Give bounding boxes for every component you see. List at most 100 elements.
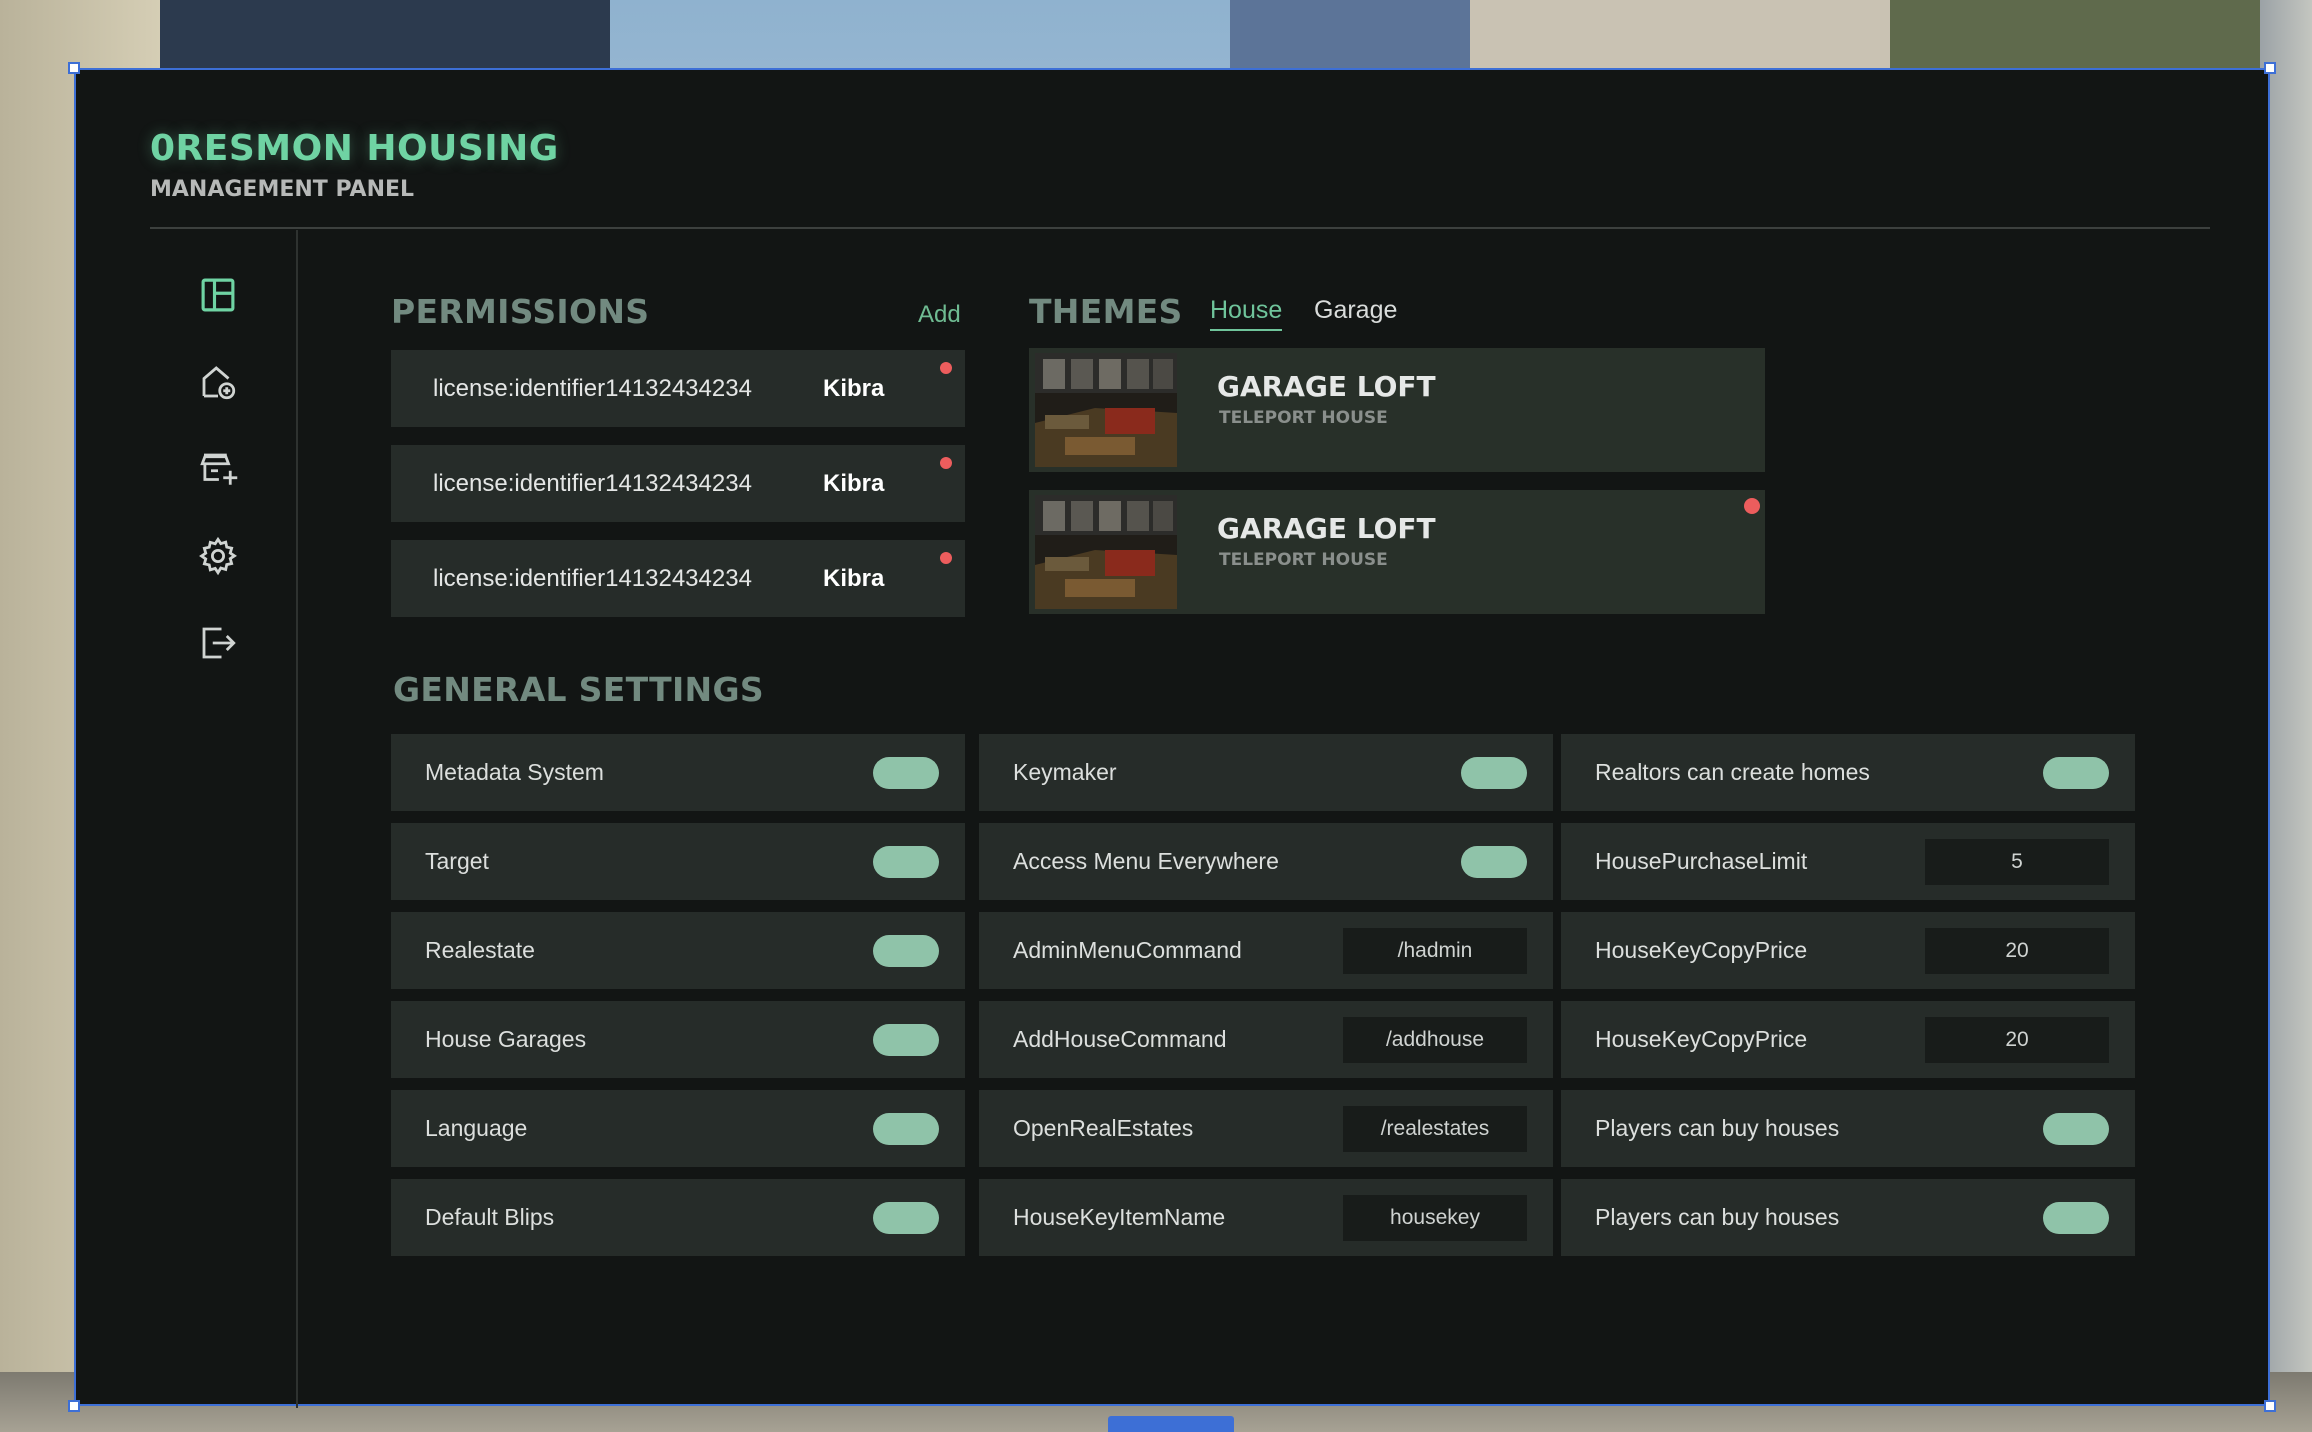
setting-row: Default Blips xyxy=(391,1179,965,1256)
setting-row: Access Menu Everywhere xyxy=(979,823,1553,900)
management-panel: 0RESMON HOUSING MANAGEMENT PANEL PERMISS… xyxy=(74,68,2270,1408)
theme-thumbnail xyxy=(1035,353,1177,467)
setting-label: HouseKeyCopyPrice xyxy=(1595,937,1808,963)
sidebar-nav xyxy=(188,265,248,700)
resize-handle[interactable] xyxy=(2264,62,2276,74)
nav-add-house[interactable] xyxy=(188,352,248,412)
permission-row[interactable]: license:identifier14132434234 Kibra xyxy=(391,350,965,427)
setting-label: Default Blips xyxy=(425,1204,555,1230)
permission-identifier: license:identifier14132434234 xyxy=(433,469,752,497)
header-divider xyxy=(150,227,2210,229)
setting-row: HouseKeyCopyPrice 20 xyxy=(1561,912,2135,989)
tab-house[interactable]: House xyxy=(1210,296,1283,331)
store-add-icon xyxy=(200,453,238,485)
brand-title: 0RESMON HOUSING xyxy=(150,128,559,169)
permission-identifier: license:identifier14132434234 xyxy=(433,374,752,402)
setting-label: Target xyxy=(425,848,489,874)
setting-label: Realestate xyxy=(425,937,535,963)
setting-input[interactable]: /hadmin xyxy=(1343,927,1527,974)
setting-toggle[interactable] xyxy=(1461,756,1527,789)
setting-label: AddHouseCommand xyxy=(1013,1026,1227,1052)
nav-settings[interactable] xyxy=(188,526,248,586)
remove-permission-dot[interactable] xyxy=(940,457,952,469)
theme-status-dot[interactable] xyxy=(1744,498,1760,514)
setting-input[interactable]: housekey xyxy=(1343,1194,1527,1241)
setting-label: Language xyxy=(425,1115,528,1141)
setting-row: HouseKeyItemName housekey xyxy=(979,1179,1553,1256)
setting-input[interactable]: 20 xyxy=(1925,927,2109,974)
theme-card[interactable]: GARAGE LOFT TELEPORT HOUSE xyxy=(1029,348,1765,472)
setting-toggle[interactable] xyxy=(873,1112,939,1145)
setting-row: Realtors can create homes xyxy=(1561,734,2135,811)
setting-input[interactable]: /addhouse xyxy=(1343,1016,1527,1063)
setting-row: Keymaker xyxy=(979,734,1553,811)
nav-logout[interactable] xyxy=(188,613,248,673)
selection-size-chip xyxy=(1108,1416,1234,1432)
theme-title: GARAGE LOFT xyxy=(1217,370,1436,403)
setting-label: OpenRealEstates xyxy=(1013,1115,1194,1141)
nav-add-store[interactable] xyxy=(188,439,248,499)
theme-card[interactable]: GARAGE LOFT TELEPORT HOUSE xyxy=(1029,490,1765,614)
setting-label: AdminMenuCommand xyxy=(1013,937,1242,963)
setting-row: Realestate xyxy=(391,912,965,989)
panel-subtitle: MANAGEMENT PANEL xyxy=(150,177,415,202)
setting-toggle[interactable] xyxy=(873,1023,939,1056)
remove-permission-dot[interactable] xyxy=(940,362,952,374)
setting-row: Language xyxy=(391,1090,965,1167)
setting-toggle[interactable] xyxy=(2043,1112,2109,1145)
theme-thumbnail xyxy=(1035,495,1177,609)
house-add-icon xyxy=(202,366,236,400)
permission-name: Kibra xyxy=(823,469,885,497)
setting-row: Players can buy houses xyxy=(1561,1179,2135,1256)
permission-name: Kibra xyxy=(823,374,885,402)
setting-row: AdminMenuCommand/hadmin xyxy=(979,912,1553,989)
setting-row: HouseKeyCopyPrice 20 xyxy=(1561,1001,2135,1078)
resize-handle[interactable] xyxy=(68,62,80,74)
setting-row: HousePurchaseLimit 5 xyxy=(1561,823,2135,900)
sidebar-divider xyxy=(296,230,298,1408)
permissions-title: PERMISSIONS xyxy=(391,292,650,331)
setting-toggle[interactable] xyxy=(2043,756,2109,789)
setting-input[interactable]: 5 xyxy=(1925,838,2109,885)
theme-subtitle: TELEPORT HOUSE xyxy=(1219,550,1388,570)
setting-input[interactable]: 20 xyxy=(1925,1016,2109,1063)
themes-title: THEMES xyxy=(1029,292,1183,331)
setting-toggle[interactable] xyxy=(2043,1201,2109,1234)
theme-title: GARAGE LOFT xyxy=(1217,512,1436,545)
setting-toggle[interactable] xyxy=(873,845,939,878)
setting-label: Players can buy houses xyxy=(1595,1204,1840,1230)
setting-label: Access Menu Everywhere xyxy=(1013,848,1279,874)
resize-handle[interactable] xyxy=(68,1400,80,1412)
general-settings-title: GENERAL SETTINGS xyxy=(393,670,764,709)
setting-row: Target xyxy=(391,823,965,900)
setting-label: Players can buy houses xyxy=(1595,1115,1840,1141)
tab-garage[interactable]: Garage xyxy=(1314,296,1397,325)
setting-label: Keymaker xyxy=(1013,759,1117,785)
setting-input[interactable]: /realestates xyxy=(1343,1105,1527,1152)
gear-icon xyxy=(199,536,237,576)
setting-toggle[interactable] xyxy=(1461,845,1527,878)
setting-toggle[interactable] xyxy=(873,1201,939,1234)
setting-label: Metadata System xyxy=(425,759,604,785)
setting-row: Metadata System xyxy=(391,734,965,811)
setting-label: House Garages xyxy=(425,1026,587,1052)
add-permission-link[interactable]: Add xyxy=(918,301,961,329)
nav-dashboard[interactable] xyxy=(188,265,248,325)
remove-permission-dot[interactable] xyxy=(940,552,952,564)
resize-handle[interactable] xyxy=(2264,1400,2276,1412)
theme-subtitle: TELEPORT HOUSE xyxy=(1219,408,1388,428)
permission-row[interactable]: license:identifier14132434234 Kibra xyxy=(391,540,965,617)
setting-label: HouseKeyCopyPrice xyxy=(1595,1026,1808,1052)
setting-row: Players can buy houses xyxy=(1561,1090,2135,1167)
permission-name: Kibra xyxy=(823,564,885,592)
setting-row: OpenRealEstates/realestates xyxy=(979,1090,1553,1167)
setting-toggle[interactable] xyxy=(873,756,939,789)
logout-icon xyxy=(202,627,236,659)
setting-label: Realtors can create homes xyxy=(1595,759,1870,785)
setting-toggle[interactable] xyxy=(873,934,939,967)
setting-label: HouseKeyItemName xyxy=(1013,1204,1226,1230)
permission-row[interactable]: license:identifier14132434234 Kibra xyxy=(391,445,965,522)
permission-identifier: license:identifier14132434234 xyxy=(433,564,752,592)
setting-label: HousePurchaseLimit xyxy=(1595,848,1808,874)
setting-row: AddHouseCommand/addhouse xyxy=(979,1001,1553,1078)
